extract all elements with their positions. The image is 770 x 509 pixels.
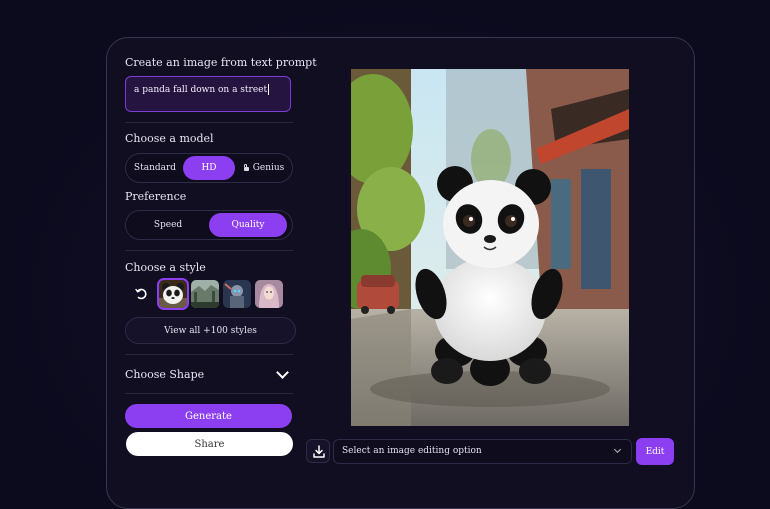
style-section-title: Choose a style [125, 261, 206, 274]
generated-image [351, 69, 629, 426]
landscape-style-thumb[interactable] [191, 280, 219, 308]
generate-button[interactable]: Generate [125, 404, 292, 428]
model-option-genius[interactable]: Genius [238, 156, 290, 180]
prompt-section-title: Create an image from text prompt [125, 56, 317, 69]
share-button[interactable]: Share [126, 432, 293, 456]
image-editing-select-value: Select an image editing option [342, 446, 482, 456]
edit-button[interactable]: Edit [636, 438, 674, 465]
model-option-standard[interactable]: Standard [129, 156, 181, 180]
choose-shape-toggle[interactable]: Choose Shape [125, 365, 293, 385]
preference-option-quality[interactable]: Quality [209, 213, 287, 237]
model-option-genius-label: Genius [252, 163, 285, 173]
divider [125, 354, 293, 355]
view-all-styles-button[interactable]: View all +100 styles [125, 317, 296, 344]
prompt-input[interactable]: a panda fall down on a street [125, 76, 291, 112]
style-thumbnails [125, 278, 295, 310]
image-editing-select[interactable]: Select an image editing option [333, 439, 632, 464]
shape-section-title: Choose Shape [125, 368, 205, 381]
preference-section-title: Preference [125, 190, 187, 203]
chevron-down-icon [276, 366, 289, 379]
chevron-down-icon [613, 445, 622, 454]
model-section-title: Choose a model [125, 132, 214, 145]
divider [125, 250, 293, 251]
reset-style-icon[interactable] [127, 280, 155, 308]
download-icon [313, 445, 325, 458]
robot-style-thumb[interactable] [223, 280, 251, 308]
model-selector: Standard HD Genius [125, 153, 293, 183]
download-button[interactable] [306, 439, 330, 463]
lock-icon [243, 164, 249, 171]
model-option-hd[interactable]: HD [183, 156, 235, 180]
divider [125, 393, 293, 394]
portrait-style-thumb[interactable] [255, 280, 283, 308]
preference-selector: Speed Quality [125, 210, 293, 240]
prompt-text: a panda fall down on a street [134, 85, 268, 95]
divider [125, 122, 293, 123]
text-caret [268, 84, 270, 95]
panda-style-thumb[interactable] [157, 278, 189, 310]
preference-option-speed[interactable]: Speed [129, 213, 207, 237]
